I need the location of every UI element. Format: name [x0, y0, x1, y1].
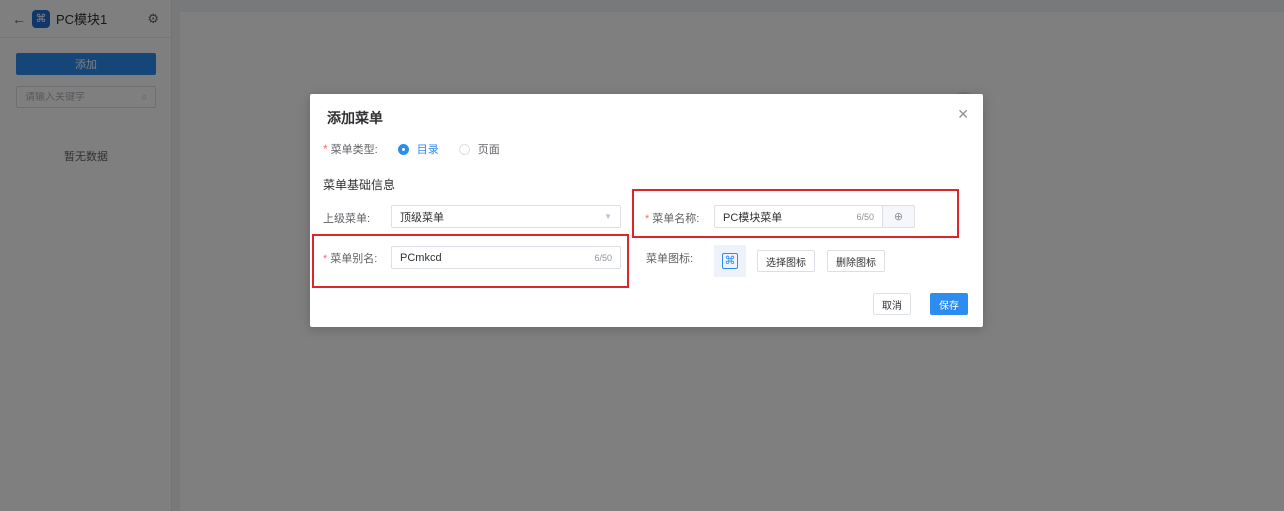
- save-button[interactable]: 保存: [930, 293, 968, 315]
- required-mark: *: [323, 253, 328, 265]
- chevron-down-icon[interactable]: ▼: [604, 212, 612, 221]
- char-counter: 6/50: [594, 252, 612, 263]
- char-counter: 6/50: [856, 211, 874, 222]
- menu-type-label: 菜单类型:: [330, 144, 378, 156]
- parent-menu-select[interactable]: 顶级菜单 ▼: [391, 205, 621, 228]
- globe-icon[interactable]: ⊕: [883, 205, 915, 228]
- radio-unchecked-icon[interactable]: [458, 143, 470, 155]
- required-mark: *: [323, 142, 328, 156]
- choose-icon-button[interactable]: 选择图标: [757, 250, 815, 272]
- menu-alias-label: 菜单别名:: [330, 253, 378, 265]
- menu-alias-input[interactable]: [400, 251, 595, 264]
- parent-menu-label: 上级菜单:: [323, 213, 371, 225]
- delete-icon-button[interactable]: 删除图标: [827, 250, 885, 272]
- menu-icon-preview: ⌘: [714, 245, 746, 277]
- add-menu-dialog: 添加菜单 ✕ * 菜单类型: 目录 页面 菜单基础信息 上级菜单: 顶级菜单 ▼…: [310, 94, 983, 327]
- menu-alias-field[interactable]: 6/50: [391, 246, 621, 269]
- parent-menu-value: 顶级菜单: [400, 211, 444, 224]
- dialog-title: 添加菜单: [327, 110, 383, 126]
- close-icon[interactable]: ✕: [957, 106, 969, 123]
- cancel-button[interactable]: 取消: [873, 293, 911, 315]
- radio-page[interactable]: 页面: [458, 141, 500, 157]
- radio-page-label[interactable]: 页面: [478, 141, 500, 157]
- menu-name-field[interactable]: 6/50: [714, 205, 883, 228]
- radio-directory[interactable]: 目录: [397, 141, 439, 157]
- section-title: 菜单基础信息: [323, 178, 396, 192]
- required-mark: *: [645, 213, 650, 225]
- menu-alias-label-wrap: * 菜单别名:: [323, 250, 377, 266]
- menu-icon-label: 菜单图标:: [646, 253, 694, 265]
- menu-type-row: * 菜单类型: 目录 页面: [323, 141, 500, 157]
- menu-name-label: 菜单名称:: [652, 213, 700, 225]
- menu-name-input[interactable]: [723, 210, 857, 223]
- radio-checked-icon[interactable]: [397, 143, 409, 155]
- command-icon: ⌘: [722, 253, 738, 269]
- menu-name-label-wrap: * 菜单名称:: [645, 210, 699, 226]
- radio-directory-label[interactable]: 目录: [417, 141, 439, 157]
